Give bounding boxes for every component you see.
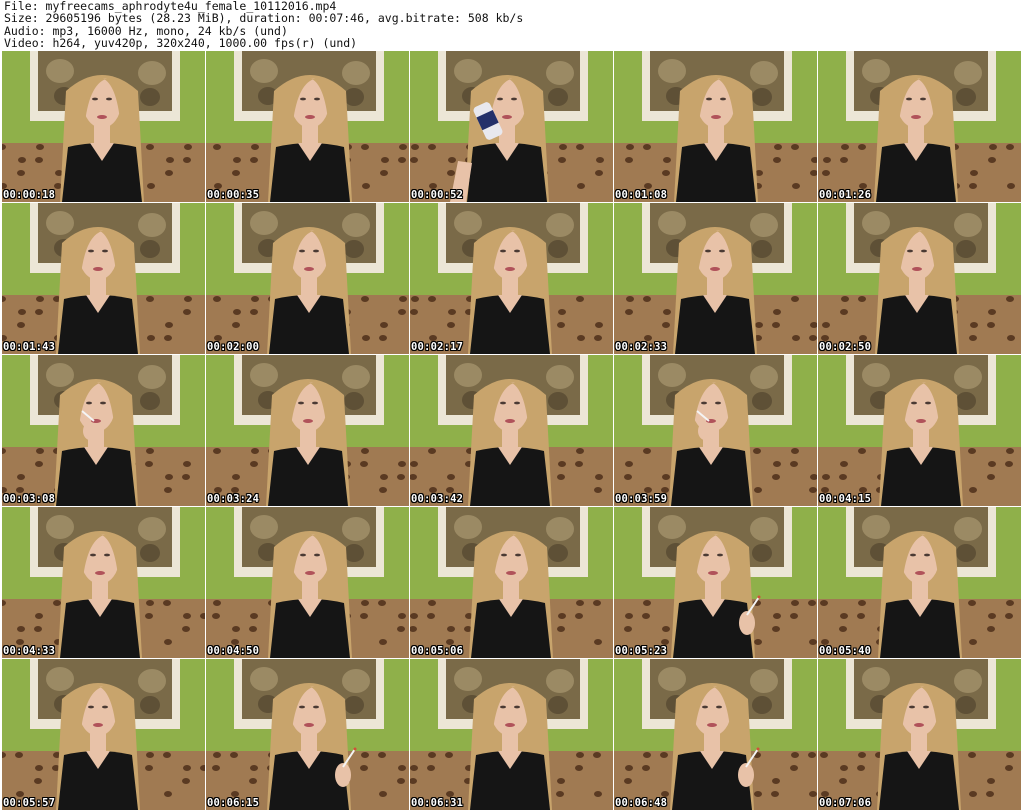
webcam-frame-image (206, 51, 409, 202)
webcam-frame-image (2, 355, 205, 506)
webcam-frame-image (410, 355, 613, 506)
thumbnail-timestamp: 00:03:08 (3, 493, 56, 505)
thumbnail-timestamp: 00:03:59 (615, 493, 668, 505)
video-thumbnail: 00:04:15 (818, 355, 1021, 506)
webcam-frame-image (818, 51, 1021, 202)
video-thumbnail: 00:03:42 (410, 355, 613, 506)
webcam-frame-image (2, 659, 205, 810)
video-thumbnail: 00:00:35 (206, 51, 409, 202)
thumbnail-timestamp: 00:05:57 (3, 797, 56, 809)
webcam-frame-image (818, 659, 1021, 810)
thumbnail-grid: 00:00:18 00:00:35 00:00:52 00:01:08 00:01:26… (2, 51, 1021, 810)
thumbnail-timestamp: 00:02:00 (207, 341, 260, 353)
video-thumbnail: 00:06:15 (206, 659, 409, 810)
video-thumbnail: 00:05:40 (818, 507, 1021, 658)
thumbnail-timestamp: 00:00:18 (3, 189, 56, 201)
video-thumbnail: 00:04:50 (206, 507, 409, 658)
thumbnail-timestamp: 00:01:43 (3, 341, 56, 353)
video-thumbnail: 00:07:06 (818, 659, 1021, 810)
video-thumbnail: 00:01:43 (2, 203, 205, 354)
video-thumbnail: 00:05:06 (410, 507, 613, 658)
webcam-frame-image (614, 51, 817, 202)
webcam-frame-image (206, 507, 409, 658)
webcam-frame-image (818, 355, 1021, 506)
thumbnail-timestamp: 00:01:26 (819, 189, 872, 201)
webcam-frame-image (206, 203, 409, 354)
webcam-frame-image (2, 507, 205, 658)
thumbnail-timestamp: 00:03:42 (411, 493, 464, 505)
video-thumbnail: 00:00:18 (2, 51, 205, 202)
file-size-line: Size: 29605196 bytes (28.23 MiB), durati… (4, 11, 524, 26)
video-thumbnail: 00:05:23 (614, 507, 817, 658)
webcam-frame-image (2, 203, 205, 354)
video-thumbnail: 00:02:17 (410, 203, 613, 354)
thumbnail-timestamp: 00:03:24 (207, 493, 260, 505)
thumbnail-timestamp: 00:04:33 (3, 645, 56, 657)
video-thumbnail: 00:06:31 (410, 659, 613, 810)
thumbnail-timestamp: 00:07:06 (819, 797, 872, 809)
thumbnail-timestamp: 00:00:35 (207, 189, 260, 201)
video-thumbnail: 00:03:59 (614, 355, 817, 506)
thumbnail-timestamp: 00:01:08 (615, 189, 668, 201)
webcam-frame-image (206, 355, 409, 506)
webcam-frame-image (818, 507, 1021, 658)
webcam-frame-image (410, 203, 613, 354)
video-thumbnail: 00:01:26 (818, 51, 1021, 202)
video-thumbnail: 00:02:33 (614, 203, 817, 354)
video-thumbnail: 00:01:08 (614, 51, 817, 202)
thumbnail-timestamp: 00:05:06 (411, 645, 464, 657)
thumbnail-timestamp: 00:05:40 (819, 645, 872, 657)
thumbnail-timestamp: 00:06:15 (207, 797, 260, 809)
thumbnail-timestamp: 00:04:50 (207, 645, 260, 657)
webcam-frame-image (614, 203, 817, 354)
video-info-line: Video: h264, yuv420p, 320x240, 1000.00 f… (4, 36, 358, 51)
webcam-frame-image (410, 51, 613, 202)
video-thumbnail: 00:02:00 (206, 203, 409, 354)
thumbnail-timestamp: 00:02:50 (819, 341, 872, 353)
thumbnail-timestamp: 00:02:33 (615, 341, 668, 353)
webcam-frame-image (818, 203, 1021, 354)
webcam-frame-image (614, 659, 817, 810)
video-thumbnail: 00:02:50 (818, 203, 1021, 354)
thumbnail-timestamp: 00:06:48 (615, 797, 668, 809)
video-thumbnail: 00:06:48 (614, 659, 817, 810)
file-info-header: File: myfreecams_aphrodyte4u_female_1011… (4, 0, 1020, 50)
thumbnail-timestamp: 00:00:52 (411, 189, 464, 201)
thumbnail-timestamp: 00:04:15 (819, 493, 872, 505)
thumbnail-timestamp: 00:06:31 (411, 797, 464, 809)
thumbnail-timestamp: 00:02:17 (411, 341, 464, 353)
webcam-frame-image (410, 507, 613, 658)
video-thumbnail: 00:03:08 (2, 355, 205, 506)
webcam-frame-image (614, 507, 817, 658)
video-thumbnail: 00:00:52 (410, 51, 613, 202)
webcam-frame-image (614, 355, 817, 506)
thumbnail-timestamp: 00:05:23 (615, 645, 668, 657)
webcam-frame-image (2, 51, 205, 202)
video-thumbnail: 00:05:57 (2, 659, 205, 810)
webcam-frame-image (206, 659, 409, 810)
webcam-frame-image (410, 659, 613, 810)
video-thumbnail: 00:04:33 (2, 507, 205, 658)
video-thumbnail: 00:03:24 (206, 355, 409, 506)
